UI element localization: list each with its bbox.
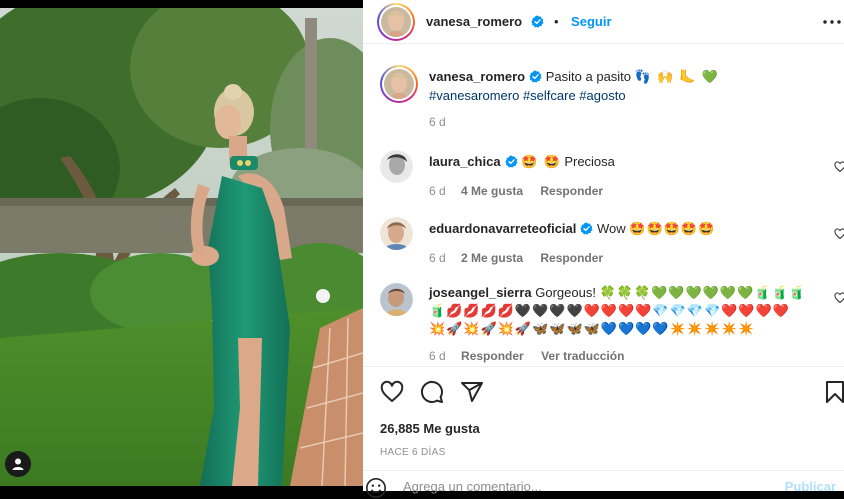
comment-age[interactable]: 6 d — [429, 251, 446, 265]
caption-hashtags[interactable]: #vanesaromero #selfcare #agosto — [429, 87, 820, 105]
follow-button[interactable]: Seguir — [571, 14, 611, 29]
comment-emojis: 🤩 🤩 — [521, 155, 561, 170]
comment-bubble-icon[interactable] — [420, 380, 444, 404]
comment-emojis-line-1: 🍀🍀🍀💚💚💚💚💚💚🧃🧃🧃 — [599, 286, 806, 301]
reply-button[interactable]: Responder — [461, 349, 524, 363]
comment-emojis: 🤩🤩🤩🤩🤩 — [629, 222, 716, 237]
caption-age[interactable]: 6 d — [429, 115, 446, 129]
post-caption: vanesa_romero Pasito a pasito 👣 🙌 🦶 💚 #v… — [363, 65, 844, 135]
caption-username[interactable]: vanesa_romero — [429, 69, 525, 84]
author-avatar-image — [381, 7, 411, 37]
like-comment-heart-icon[interactable] — [834, 292, 844, 304]
see-translation-button[interactable]: Ver traducción — [541, 349, 624, 363]
more-options-icon[interactable] — [822, 14, 842, 30]
caption-author-avatar[interactable] — [380, 65, 418, 103]
garden-portrait-image — [0, 8, 363, 486]
caption-text: Pasito a pasito — [545, 69, 632, 84]
instagram-post-window: vanesa_romero • Seguir vanesa_romero Pas… — [0, 0, 844, 498]
comment-emojis-line-3: 💥🚀💥🚀💥🚀🦋🦋🦋🦋💙💙💙💙✴️✴️✴️✴️✴️ — [429, 322, 756, 337]
header-separator: • — [554, 14, 559, 29]
commenter-avatar[interactable] — [380, 217, 413, 250]
reply-button[interactable]: Responder — [540, 251, 603, 265]
post-date[interactable]: HACE 6 DÍAS — [380, 447, 446, 458]
like-heart-icon[interactable] — [380, 380, 404, 404]
comment-input[interactable] — [403, 479, 763, 494]
save-bookmark-icon[interactable] — [825, 380, 844, 404]
caption-avatar-image — [384, 69, 414, 99]
author-username[interactable]: vanesa_romero — [426, 14, 522, 29]
comment-emojis-line-2: 🧃💋💋💋💋🖤🖤🖤🖤❤️❤️❤️❤️💎💎💎💎❤️❤️❤️❤️ — [429, 304, 790, 319]
comment-text: Wow — [597, 221, 626, 236]
likes-count[interactable]: 26,885 Me gusta — [380, 421, 480, 436]
comment-item: laura_chica 🤩 🤩 Preciosa 6 d 4 Me gusta … — [363, 147, 844, 205]
verified-badge-icon — [580, 222, 593, 235]
commenter-avatar[interactable] — [380, 283, 413, 316]
comment-text: Gorgeous! — [535, 285, 596, 300]
comment-item: joseangel_sierra Gorgeous! 🍀🍀🍀💚💚💚💚💚💚🧃🧃🧃 … — [363, 280, 844, 365]
comment-text: Preciosa — [564, 154, 615, 169]
commenter-username[interactable]: laura_chica — [429, 154, 501, 169]
tagged-users-button[interactable] — [5, 451, 31, 477]
post-header: vanesa_romero • Seguir — [363, 0, 844, 44]
commenter-avatar[interactable] — [380, 150, 413, 183]
verified-badge-icon — [530, 15, 544, 28]
verified-badge-icon — [504, 155, 518, 168]
post-side-panel: vanesa_romero • Seguir vanesa_romero Pas… — [363, 0, 844, 498]
post-actions: 26,885 Me gusta HACE 6 DÍAS Publicar — [363, 366, 844, 498]
comments-list[interactable]: vanesa_romero Pasito a pasito 👣 🙌 🦶 💚 #v… — [363, 45, 844, 365]
commenter-username[interactable]: eduardonavarreteoficial — [429, 221, 576, 236]
like-comment-heart-icon[interactable] — [834, 161, 844, 173]
like-comment-heart-icon[interactable] — [834, 228, 844, 240]
verified-badge-icon — [529, 70, 542, 83]
comment-age[interactable]: 6 d — [429, 184, 446, 198]
reply-button[interactable]: Responder — [540, 184, 603, 198]
author-avatar[interactable] — [377, 3, 415, 41]
share-paper-plane-icon[interactable] — [460, 380, 484, 404]
add-comment-bar: Publicar — [363, 470, 844, 498]
comment-age[interactable]: 6 d — [429, 349, 446, 363]
comment-likes-count[interactable]: 4 Me gusta — [461, 184, 523, 198]
user-silhouette-icon — [12, 458, 24, 470]
post-photo[interactable] — [0, 0, 363, 491]
comment-item: eduardonavarreteoficial Wow 🤩🤩🤩🤩🤩 6 d 2 … — [363, 214, 844, 272]
caption-emojis: 👣 🙌 🦶 💚 — [634, 70, 719, 85]
commenter-username[interactable]: joseangel_sierra — [429, 285, 532, 300]
publish-button[interactable]: Publicar — [785, 479, 836, 494]
comment-likes-count[interactable]: 2 Me gusta — [461, 251, 523, 265]
emoji-smiley-icon[interactable] — [365, 477, 387, 499]
